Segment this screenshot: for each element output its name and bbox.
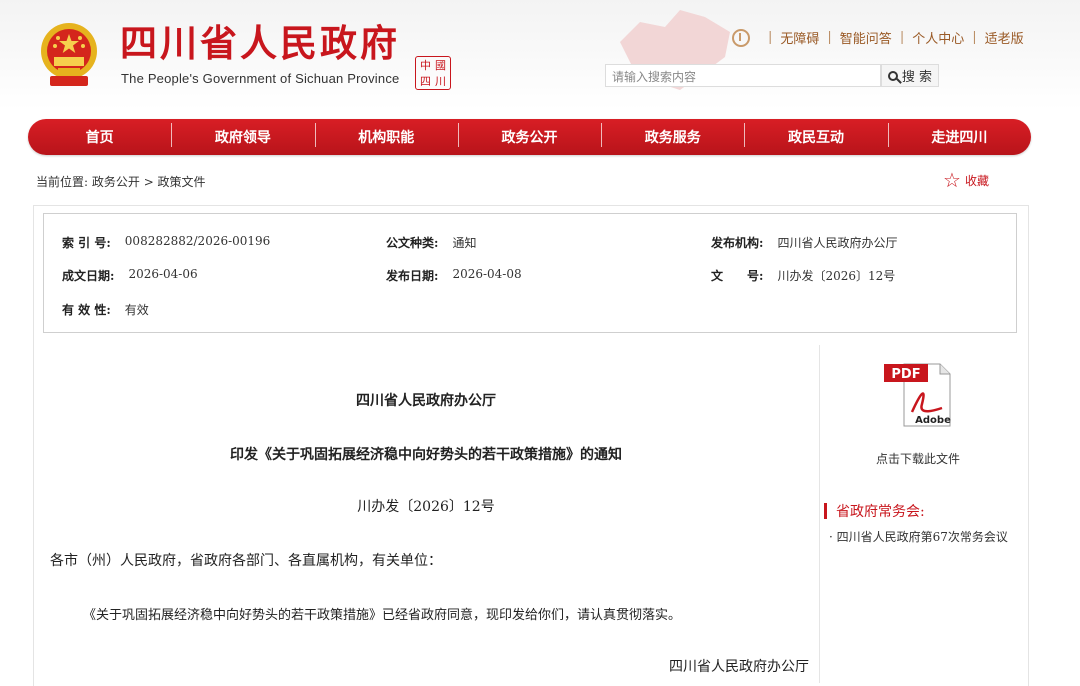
meta-validity: 有 效 性: 有效 [62,303,149,317]
nav-item-about-sichuan[interactable]: 走进四川 [887,123,1031,147]
document-signature: 四川省人民政府办公厅 [669,659,809,675]
site-subtitle: The People's Government of Sichuan Provi… [121,71,400,86]
seal-char: 四 [420,74,431,88]
document-addressee: 各市（州）人民政府，省政府各部门、各直属机构，有关单位： [50,553,442,569]
nav-item-interaction[interactable]: 政民互动 [744,123,887,147]
search-input[interactable]: 请输入搜索内容 [605,64,881,87]
document-title: 印发《关于巩固拓展经济稳中向好势头的若干政策措施》的通知 [230,447,622,463]
meta-published-date: 发布日期: 2026-04-08 [386,267,522,283]
meta-publisher: 发布机构: 四川省人民政府办公厅 [711,236,898,250]
meta-index-no: 索 引 号: 008282882/2026-00196 [62,234,271,250]
meta-doc-type: 公文种类: 通知 [386,236,477,250]
link-accessibility[interactable]: 无障碍 [780,28,819,47]
nav-item-functions[interactable]: 机构职能 [314,123,458,147]
national-emblem-icon[interactable] [36,20,102,90]
nav-item-services[interactable]: 政务服务 [601,123,744,147]
seal-char: 國 [435,58,446,72]
link-elderly-version[interactable]: 适老版 [985,28,1024,47]
accessibility-icon[interactable] [732,28,750,47]
link-smart-qa[interactable]: 智能问答 [840,28,892,47]
link-personal-center[interactable]: 个人中心 [912,28,964,47]
search-button-label: 搜 索 [901,70,933,85]
download-caption[interactable]: 点击下载此文件 [863,450,973,467]
star-icon: ☆ [943,168,961,192]
seal-logo: 中 國 四 川 [415,56,451,90]
adobe-label: Adobe [915,415,951,426]
document-metadata: 索 引 号: 008282882/2026-00196 公文种类: 通知 发布机… [43,213,1017,333]
favorite-button[interactable]: ☆ 收藏 [943,170,989,190]
main-nav: 首页 政府领导 机构职能 政务公开 政务服务 政民互动 走进四川 [28,119,1031,155]
sidebar-divider [819,345,820,683]
section-bar [824,503,827,519]
breadcrumb-path[interactable]: 政务公开 > 政策文件 [92,175,206,189]
search-button[interactable]: 搜 索 [881,64,939,87]
site-title[interactable]: 四川省人民政府 [120,25,400,62]
nav-item-disclosure[interactable]: 政务公开 [457,123,601,147]
meta-doc-number: 文 号: 川办发〔2026〕12号 [711,269,896,283]
seal-char: 川 [435,74,446,88]
pdf-badge-text: PDF [891,367,920,382]
sidebar-section-title: 省政府常务会: [824,501,925,521]
sidebar-link-meeting[interactable]: · 四川省人民政府第67次常务会议 [829,528,1008,545]
document-number: 川办发〔2026〕12号 [357,499,495,515]
search-icon [887,70,898,81]
breadcrumb-label: 当前位置: [36,175,89,189]
favorite-label: 收藏 [964,173,989,188]
breadcrumb: 当前位置: 政务公开 > 政策文件 [36,173,206,190]
document-body: 《关于巩固拓展经济稳中向好势头的若干政策措施》已经省政府同意，现印发给你们，请认… [83,608,682,623]
document-issuer: 四川省人民政府办公厅 [356,393,496,409]
pdf-download-icon[interactable]: PDF Adobe [882,360,956,430]
nav-item-leaders[interactable]: 政府领导 [171,123,314,147]
top-links: | 无障碍 | 智能问答 | 个人中心 | 适老版 [732,28,1024,47]
nav-item-home[interactable]: 首页 [28,127,171,147]
seal-char: 中 [420,58,431,72]
meta-created-date: 成文日期: 2026-04-06 [62,267,198,283]
